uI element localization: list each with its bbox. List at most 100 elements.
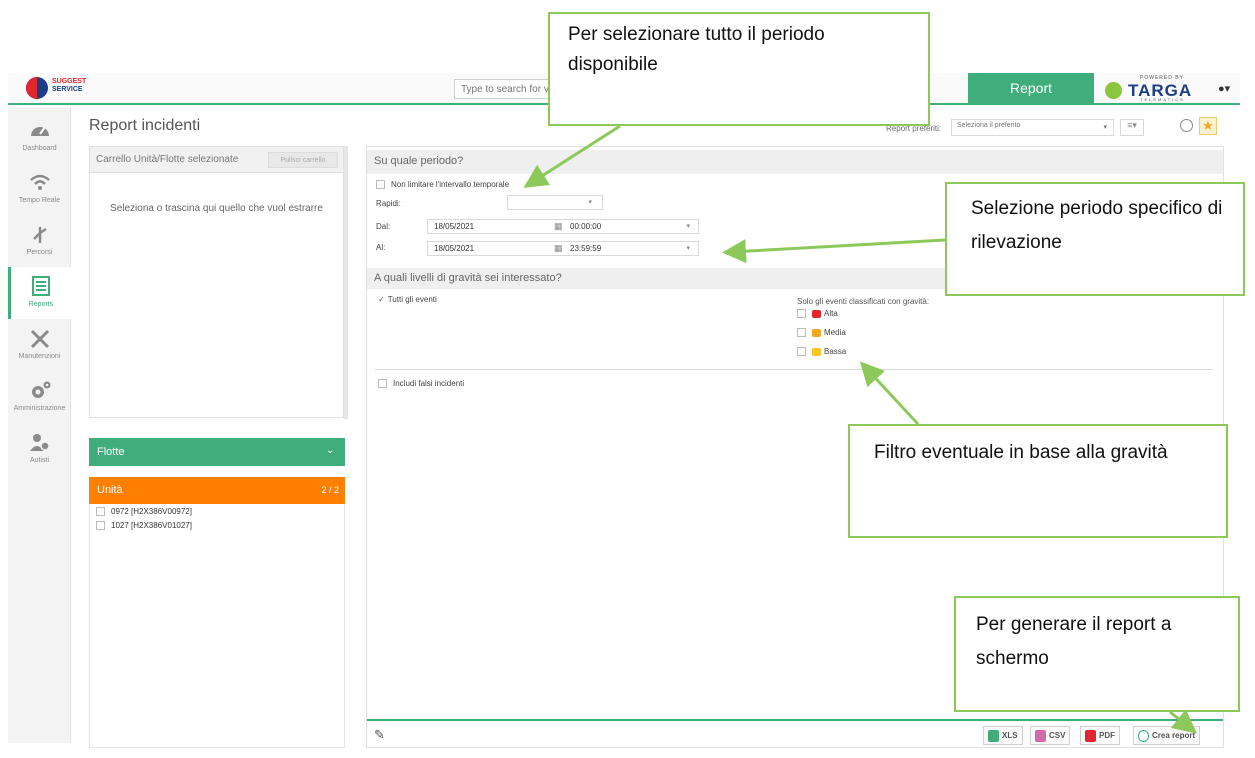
panel-divider <box>344 146 348 419</box>
no-limit-option[interactable]: Non limitare l'intervallo temporale <box>376 180 510 190</box>
no-limit-label: Non limitare l'intervallo temporale <box>391 180 510 189</box>
chevron-down-icon: ▾ <box>588 199 592 206</box>
history-clock-icon[interactable] <box>1180 119 1193 132</box>
unit-checkbox[interactable] <box>96 507 105 517</box>
cart-header: Carrello Unità/Flotte selezionate Pulisc… <box>90 147 343 173</box>
create-report-label: Crea report <box>1152 731 1196 741</box>
units-label: Unità <box>97 484 123 496</box>
period-section-heading: Su quale periodo? <box>367 150 1223 174</box>
export-pdf-button[interactable]: PDF <box>1080 726 1120 745</box>
create-report-button[interactable]: Crea report <box>1133 726 1201 745</box>
clear-cart-button[interactable]: Pulisci carrello <box>268 152 338 168</box>
severity-checkbox[interactable] <box>797 347 806 357</box>
from-time-value: 00:00:00 <box>570 222 602 231</box>
logo-line-2: SERVICE <box>52 86 83 93</box>
unit-list: 0972 [H2X386V00972] 1027 [H2X386V01027] <box>89 504 345 748</box>
to-label: Al: <box>376 243 386 252</box>
sidebar-item-label: Tempo Reale <box>18 197 61 204</box>
calendar-icon[interactable]: ▦ <box>554 221 563 232</box>
pdf-file-icon <box>1085 730 1096 742</box>
drivers-icon <box>29 434 50 451</box>
calendar-icon[interactable]: ▦ <box>554 243 563 254</box>
sidebar-item-manutenzioni[interactable]: Manutenzioni <box>8 319 71 371</box>
to-datetime-field[interactable]: 18/05/2021 ▦ 23:59:59 ▾ <box>427 241 699 256</box>
chevron-down-icon[interactable]: ▾ <box>686 244 690 252</box>
list-menu-icon[interactable]: ≡▾ <box>1120 119 1144 136</box>
speedometer-icon <box>30 126 49 136</box>
user-menu-icon[interactable]: ●▾ <box>1218 82 1230 95</box>
severity-label: Alta <box>824 309 838 318</box>
app-logo-text: SUGGEST SERVICE <box>52 78 122 94</box>
classified-label: Solo gli eventi classificati con gravità… <box>797 297 930 306</box>
to-date-value: 18/05/2021 <box>434 244 475 253</box>
cart-drop-hint: Seleziona o trascina qui quello che vuol… <box>110 203 323 214</box>
sidebar-item-label: Percorsi <box>26 249 53 256</box>
chevron-down-icon: ⌄ <box>326 445 335 456</box>
favorites-placeholder: Seleziona il preferito <box>957 122 1021 129</box>
sidebar-item-autisti[interactable]: Autisti <box>8 423 71 475</box>
false-incidents-option[interactable]: Includi falsi incidenti <box>378 379 464 389</box>
to-time-value: 23:59:59 <box>570 244 602 253</box>
chevron-down-icon: ▾ <box>1103 124 1107 131</box>
sidebar: Dashboard Tempo Reale Percorsi Reports M… <box>8 107 71 743</box>
quick-label: Rapidi: <box>376 199 401 208</box>
csv-label: CSV <box>1049 731 1066 741</box>
all-events-label: Tutti gli eventi <box>387 295 437 304</box>
tab-report[interactable]: Report <box>968 73 1094 104</box>
fleets-label: Flotte <box>97 446 125 458</box>
false-incidents-checkbox[interactable] <box>378 379 387 389</box>
all-events-option[interactable]: ✓ Tutti gli eventi <box>378 295 437 304</box>
csv-file-icon <box>1035 730 1046 742</box>
targa-leaf-icon <box>1105 82 1122 99</box>
sidebar-item-tempo-reale[interactable]: Tempo Reale <box>8 163 71 215</box>
severity-label: Bassa <box>824 347 847 356</box>
sidebar-item-percorsi[interactable]: Percorsi <box>8 215 71 267</box>
cart-panel[interactable]: Carrello Unità/Flotte selezionate Pulisc… <box>89 146 344 418</box>
checkmark-icon[interactable]: ✓ <box>378 295 385 304</box>
severity-label: Media <box>824 328 846 337</box>
fleets-accordion[interactable]: Flotte ⌄ <box>89 438 345 466</box>
report-sheet-icon <box>32 276 50 296</box>
severity-alta-option[interactable]: Alta <box>797 309 838 319</box>
favorites-select[interactable]: Seleziona il preferito ▾ <box>951 119 1114 136</box>
sidebar-item-dashboard[interactable]: Dashboard <box>8 111 71 163</box>
list-item[interactable]: 0972 [H2X386V00972] <box>96 507 192 519</box>
unit-label: 1027 [H2X386V01027] <box>111 521 192 530</box>
from-datetime-field[interactable]: 18/05/2021 ▦ 00:00:00 ▾ <box>427 219 699 234</box>
cart-title: Carrello Unità/Flotte selezionate <box>96 154 239 165</box>
from-date-value: 18/05/2021 <box>434 222 475 231</box>
list-item[interactable]: 1027 [H2X386V01027] <box>96 521 192 533</box>
unit-checkbox[interactable] <box>96 521 105 531</box>
from-label: Dal: <box>376 222 391 231</box>
suggest-service-logo-icon <box>26 77 48 99</box>
brand-sub: TELEMATICS <box>1140 97 1185 102</box>
severity-medium-icon <box>812 328 821 337</box>
wifi-icon <box>29 174 50 190</box>
logo-line-1: SUGGEST <box>52 78 87 85</box>
eraser-icon[interactable]: ✎ <box>374 727 385 743</box>
severity-checkbox[interactable] <box>797 309 806 319</box>
severity-bassa-option[interactable]: Bassa <box>797 347 847 357</box>
sidebar-item-label: Dashboard <box>22 145 57 152</box>
severity-low-icon <box>812 347 821 356</box>
chevron-down-icon[interactable]: ▾ <box>686 222 690 230</box>
refresh-report-icon <box>1138 730 1149 742</box>
favorite-star-icon[interactable]: ★ <box>1199 117 1217 135</box>
severity-media-option[interactable]: Media <box>797 328 846 338</box>
export-xls-button[interactable]: XLS <box>983 726 1023 745</box>
units-count: 2 / 2 <box>321 485 339 495</box>
route-icon <box>32 227 47 243</box>
quick-period-select[interactable]: ▾ <box>507 195 603 210</box>
pdf-label: PDF <box>1099 731 1115 741</box>
tools-icon <box>30 329 49 349</box>
no-limit-checkbox[interactable] <box>376 180 385 190</box>
section-divider <box>375 369 1213 370</box>
units-accordion[interactable]: Unità 2 / 2 <box>89 477 345 504</box>
sidebar-item-amministrazione[interactable]: Amministrazione <box>8 371 71 423</box>
severity-checkbox[interactable] <box>797 328 806 338</box>
xls-file-icon <box>988 730 999 742</box>
sidebar-item-reports[interactable]: Reports <box>8 267 71 319</box>
sidebar-item-label: Reports <box>28 301 54 308</box>
form-footer: ✎ XLS CSV PDF Crea report <box>367 719 1223 747</box>
export-csv-button[interactable]: CSV <box>1030 726 1071 745</box>
